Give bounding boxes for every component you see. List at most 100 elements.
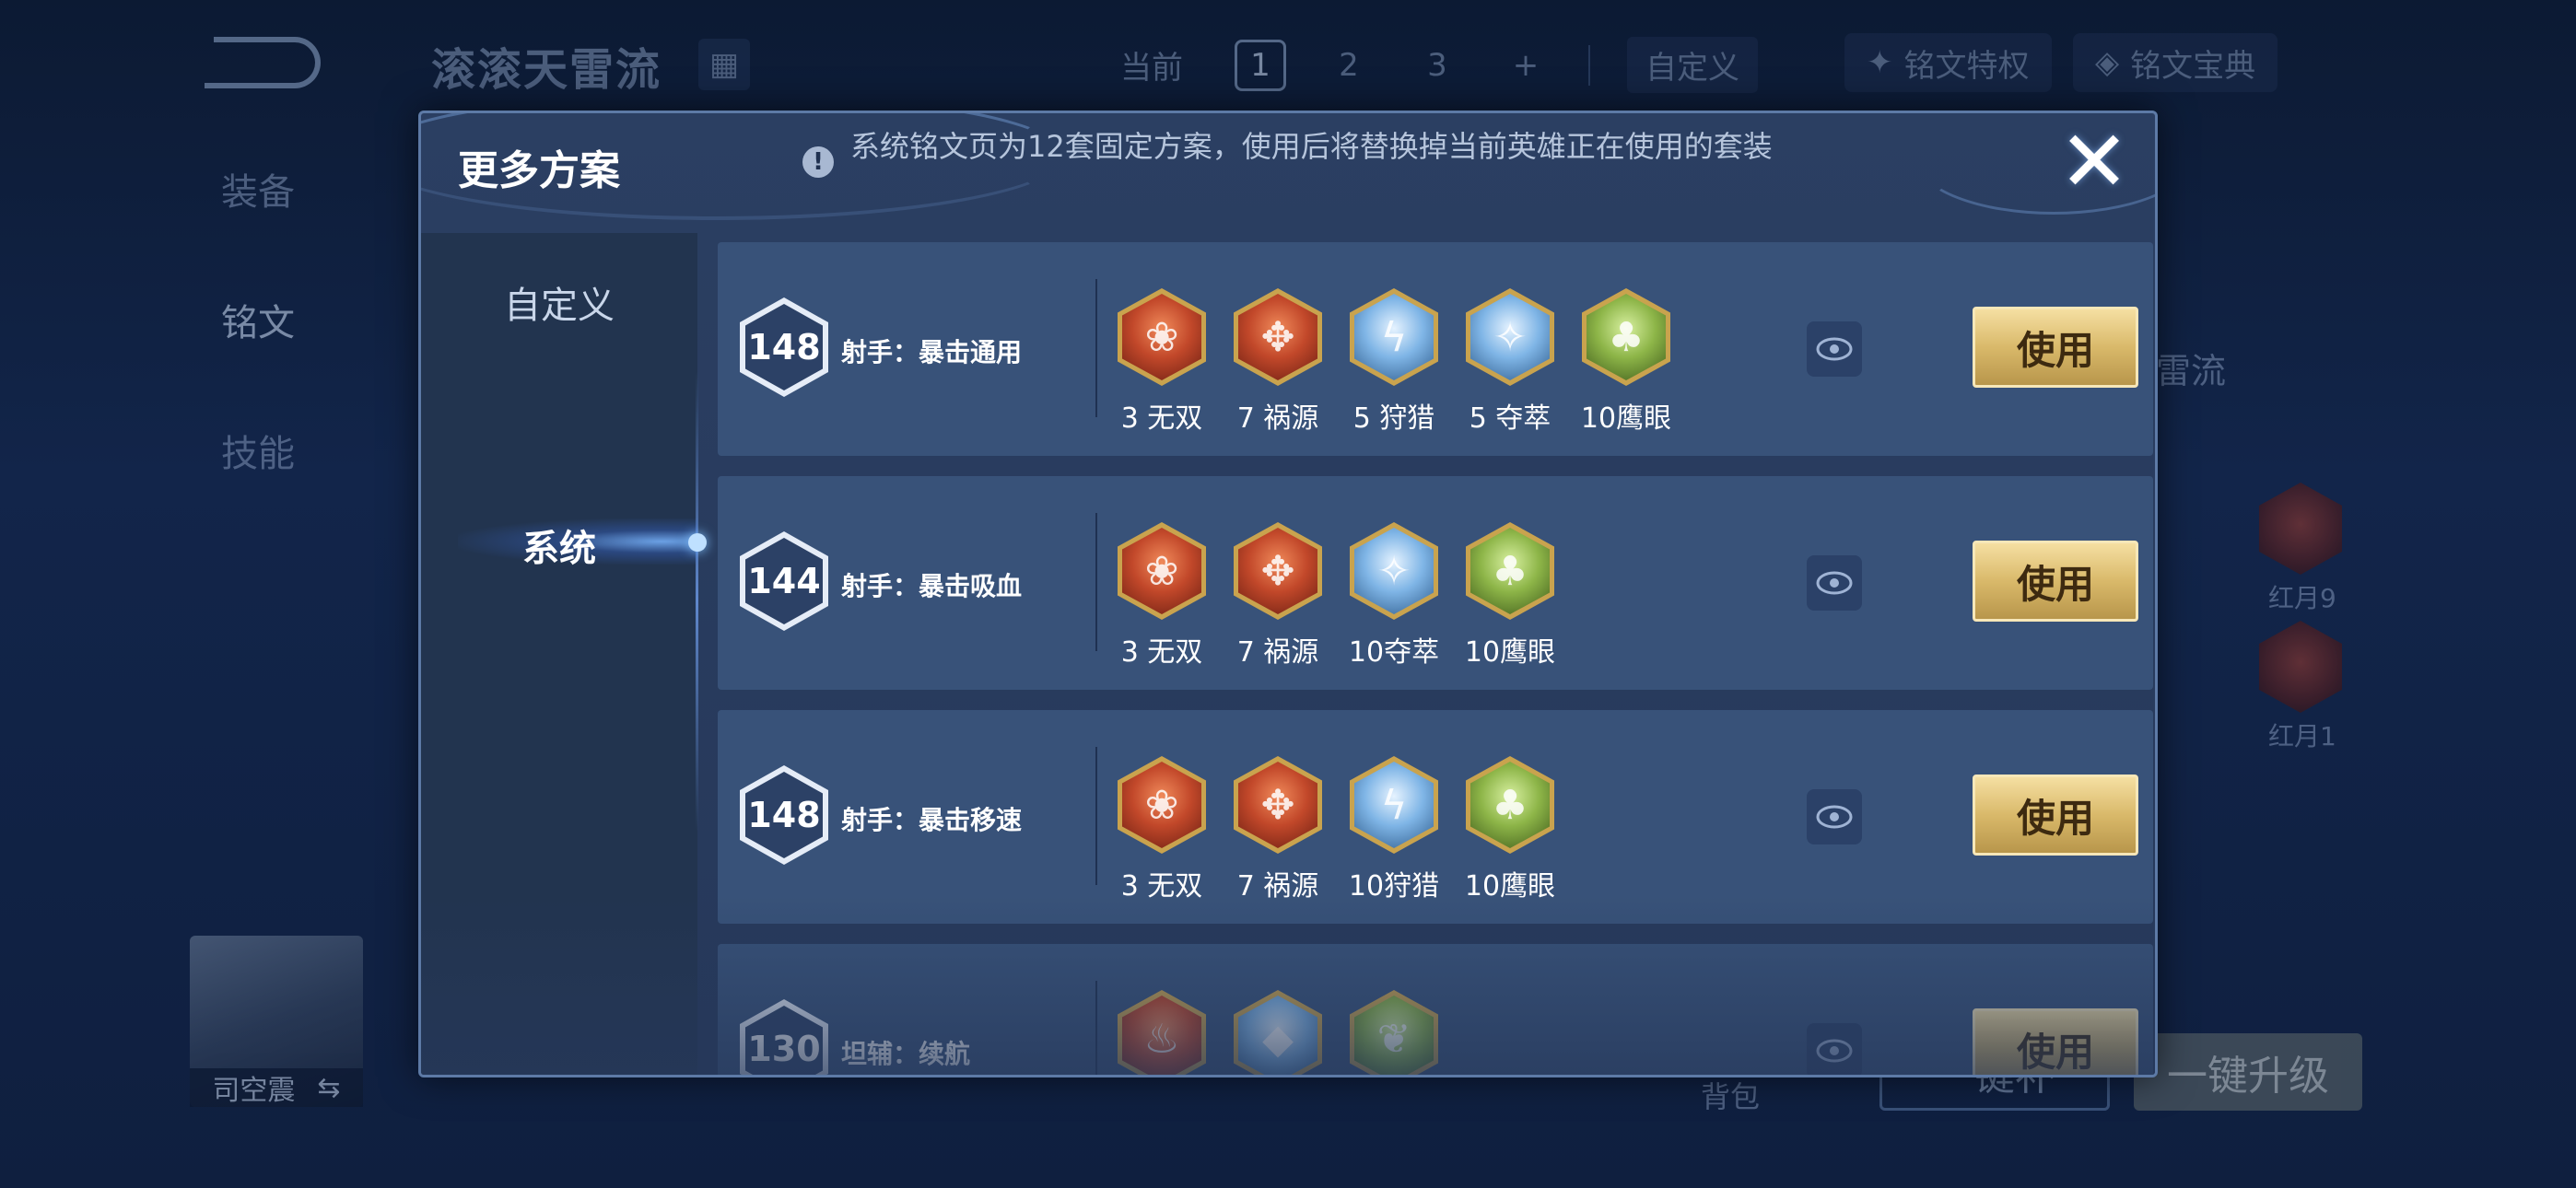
clover-icon: ♣	[1582, 288, 1670, 386]
level-hexagon: 144	[740, 531, 828, 631]
inscription-label: 3 无双	[1120, 870, 1203, 903]
hero-name-bar[interactable]: 司空震 ⇆	[190, 1068, 363, 1107]
inscription-item[interactable]: ✧ 5 夺萃	[1466, 288, 1554, 436]
inscription-item[interactable]: ❀ 3 无双	[1118, 288, 1206, 436]
inscription-label: 7 祸源	[1236, 402, 1319, 435]
level-hexagon: 148	[740, 297, 828, 397]
add-page-button[interactable]: +	[1500, 40, 1551, 91]
gem-face: ❀	[1122, 762, 1201, 848]
inscription-item[interactable]: ϟ 10狩猎	[1349, 756, 1439, 903]
dialog-header: 更多方案 ! 系统铭文页为12套固定方案，使用后将替换掉当前英雄正在使用的套装 …	[421, 113, 2155, 233]
gem-face: ♣	[1470, 762, 1550, 848]
bg-gem-red-moon-icon[interactable]	[2259, 621, 2342, 713]
clover-icon: ♣	[1466, 756, 1554, 854]
gem-face: ❦	[1354, 996, 1434, 1075]
use-button[interactable]: 使用	[1973, 307, 2138, 388]
row-divider	[1095, 513, 1097, 651]
inscription-item[interactable]: ✥ 7 祸源	[1234, 522, 1322, 670]
use-button[interactable]: 使用	[1973, 1008, 2138, 1075]
plan-level: 144	[745, 538, 823, 624]
fan-icon: ✥	[1234, 756, 1322, 854]
nav-line-decoration	[696, 371, 698, 832]
book-icon: ✦	[1867, 44, 1893, 81]
gem-face: ❀	[1122, 528, 1201, 614]
knot-icon: ✧	[1350, 522, 1438, 620]
nav-system[interactable]: 系统	[421, 518, 697, 572]
plan-name: 射手：暴击通用	[841, 337, 1023, 367]
page-tab-1[interactable]: 1	[1235, 39, 1286, 91]
preview-eye-icon[interactable]	[1807, 1023, 1862, 1075]
bg-gem-label: 红月1	[2268, 721, 2336, 751]
bag-label[interactable]: 背包	[1701, 1074, 1760, 1116]
inscription-label: 7 祸源	[1236, 636, 1319, 669]
inscription-item[interactable]: ♣ 10鹰眼	[1464, 756, 1556, 903]
gem-face: ◆	[1238, 996, 1317, 1075]
row-divider	[1095, 279, 1097, 417]
inscription-label: 3 无双	[1120, 402, 1203, 435]
divider	[1588, 44, 1590, 86]
inscription-item[interactable]: ✥ 7 祸源	[1234, 756, 1322, 903]
gem-face: ♨	[1122, 996, 1201, 1075]
lightning-icon: ϟ	[1350, 288, 1438, 386]
quick-upgrade-button[interactable]: 一键升级	[2134, 1033, 2362, 1111]
inscription-label: 10鹰眼	[1464, 870, 1556, 903]
page-tab-2[interactable]: 2	[1323, 40, 1375, 91]
inscription-item[interactable]: ❀ 3 无双	[1118, 522, 1206, 670]
hero-name: 司空震	[212, 1075, 296, 1107]
page-tab-3[interactable]: 3	[1411, 40, 1463, 91]
inscription-item[interactable]: ✥ 7 祸源	[1234, 288, 1322, 436]
info-icon: !	[802, 146, 834, 178]
plan-row: 144 射手：暴击吸血 ❀ 3 无双 ✥ 7 祸源 ✧ 10夺萃 ♣ 10鹰眼 …	[718, 476, 2153, 690]
preview-eye-icon[interactable]	[1807, 789, 1862, 844]
close-icon[interactable]: ✕	[2057, 120, 2131, 204]
clover-icon: ♣	[1466, 522, 1554, 620]
gem-face: ♣	[1587, 294, 1666, 380]
inscription-item[interactable]: ❀ 3 无双	[1118, 756, 1206, 903]
preview-eye-icon[interactable]	[1807, 321, 1862, 377]
preview-eye-icon[interactable]	[1807, 555, 1862, 611]
fan-icon: ✥	[1234, 522, 1322, 620]
crystal-icon: ◆	[1234, 990, 1322, 1075]
gem-face: ϟ	[1354, 762, 1434, 848]
privilege-button[interactable]: ✦ 铭文特权	[1844, 33, 2052, 92]
bg-gem-red-moon-icon[interactable]	[2259, 483, 2342, 575]
swap-icon: ⇆	[317, 1071, 341, 1104]
flame-icon: ♨	[1118, 990, 1206, 1075]
grid-icon[interactable]: ▦	[698, 39, 750, 90]
inscription-item[interactable]: ✧ 10夺萃	[1348, 522, 1440, 670]
codex-icon: ◈	[2095, 44, 2120, 81]
inscription-label: 10鹰眼	[1580, 402, 1672, 435]
plan-name: 射手：暴击吸血	[841, 571, 1023, 601]
inscription-label: 10夺萃	[1348, 636, 1440, 669]
use-button[interactable]: 使用	[1973, 541, 2138, 622]
inscription-item[interactable]: ❦	[1350, 990, 1438, 1075]
inscription-label: 10鹰眼	[1464, 636, 1556, 669]
menu-equipment[interactable]: 装备	[221, 162, 295, 215]
plan-category-nav: 自定义 系统	[421, 233, 707, 1075]
gem-face: ✥	[1238, 528, 1317, 614]
rose-icon: ❀	[1118, 522, 1206, 620]
menu-skills[interactable]: 技能	[221, 424, 295, 477]
custom-tab[interactable]: 自定义	[1627, 37, 1758, 93]
menu-inscription[interactable]: 铭文	[221, 293, 295, 346]
back-arrow-icon[interactable]	[205, 37, 321, 88]
page-tabs: 当前 1 2 3 + 自定义	[1106, 37, 1758, 93]
use-button[interactable]: 使用	[1973, 775, 2138, 856]
rose-icon: ❀	[1118, 756, 1206, 854]
plan-row: 148 射手：暴击通用 ❀ 3 无双 ✥ 7 祸源 ϟ 5 狩猎 ✧ 5 夺萃 …	[718, 242, 2153, 456]
inscription-item[interactable]: ϟ 5 狩猎	[1350, 288, 1438, 436]
inscription-item[interactable]: ◆	[1234, 990, 1322, 1075]
nav-custom[interactable]: 自定义	[421, 275, 697, 329]
inscription-item[interactable]: ♣ 10鹰眼	[1580, 288, 1672, 436]
gem-list: ❀ 3 无双 ✥ 7 祸源 ϟ 5 狩猎 ✧ 5 夺萃 ♣ 10鹰眼	[1118, 288, 1672, 436]
gem-face: ❀	[1122, 294, 1201, 380]
inscription-item[interactable]: ♨	[1118, 990, 1206, 1075]
gem-face: ✥	[1238, 294, 1317, 380]
fan-icon: ✥	[1234, 288, 1322, 386]
gem-list: ❀ 3 无双 ✥ 7 祸源 ϟ 10狩猎 ♣ 10鹰眼	[1118, 756, 1556, 903]
level-hexagon: 148	[740, 765, 828, 865]
inscription-item[interactable]: ♣ 10鹰眼	[1464, 522, 1556, 670]
gem-face: ✥	[1238, 762, 1317, 848]
codex-button[interactable]: ◈ 铭文宝典	[2073, 33, 2278, 92]
plan-row: 148 射手：暴击移速 ❀ 3 无双 ✥ 7 祸源 ϟ 10狩猎 ♣ 10鹰眼 …	[718, 710, 2153, 924]
